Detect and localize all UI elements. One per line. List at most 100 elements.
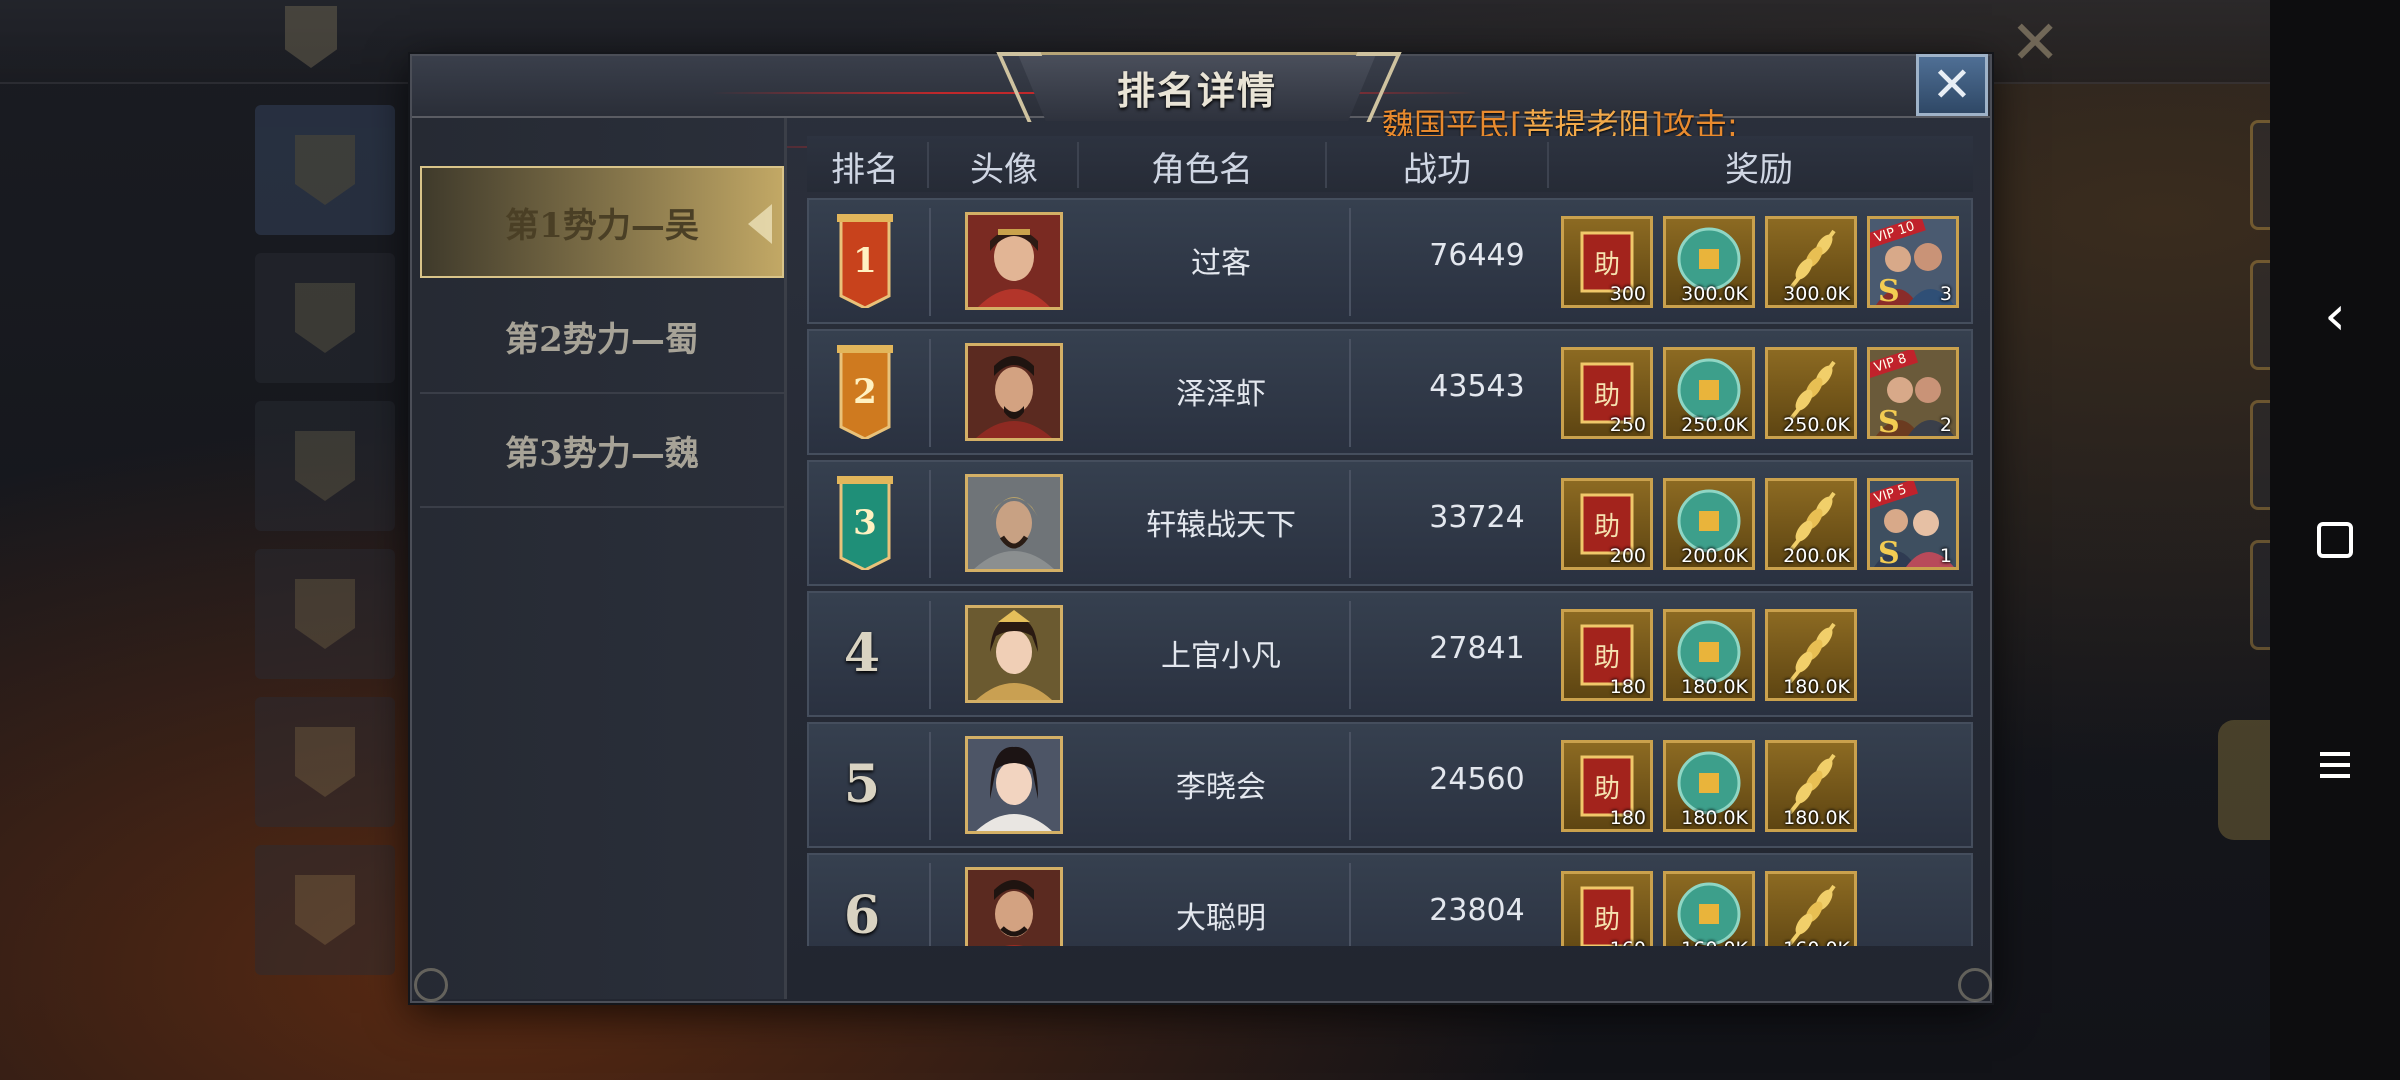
avatar[interactable] [965,736,1063,834]
merit-value: 43543 [1429,369,1525,404]
background-close-icon: ✕ [2010,8,2061,78]
reward-quantity: 160.0K [1783,938,1850,946]
avatar[interactable] [965,867,1063,946]
merit-value: 24560 [1429,762,1525,797]
corner-ornament [1958,968,1992,1002]
reward-quantity: 2 [1939,414,1952,436]
recent-apps-button[interactable] [2270,720,2400,810]
tab-faction-shu[interactable]: 第2势力—蜀 [420,280,784,394]
avatar[interactable] [965,343,1063,441]
grain-reward[interactable]: 200.0K [1765,478,1857,570]
reward-quantity: 160.0K [1681,938,1748,946]
table-row: 3 轩辕战天下 33724 助 200 200.0K 200.0K S VIP … [807,460,1973,586]
home-button[interactable] [2270,495,2400,585]
row-divider [929,339,931,447]
reward-quantity: 250 [1609,414,1646,436]
player-name: 泽泽虾 [1176,377,1266,412]
grain-icon [1788,884,1836,946]
table-row: 5 李晓会 24560 助 180 180.0K 180.0K [807,722,1973,848]
avatar[interactable] [965,212,1063,310]
armored-general-portrait-icon [968,477,1060,569]
column-header-rank: 排名 [831,150,899,190]
copper-coin-reward[interactable]: 200.0K [1663,478,1755,570]
rank-3-banner-icon: 3 [837,476,893,570]
tab-label: 第2势力—蜀 [505,319,699,360]
tab-faction-wu[interactable]: 第1势力—吴 [420,166,784,278]
avatar[interactable] [965,605,1063,703]
grain-reward[interactable]: 250.0K [1765,347,1857,439]
ranking-table: 排名 头像 角色名 战功 奖励 1 过客 76449 助 300 300.0K … [807,136,1973,1002]
female-scholar-portrait-icon [968,739,1060,831]
svg-text:S: S [1878,536,1900,567]
reward-list: 助 200 200.0K 200.0K S VIP 5 1 [1561,478,1959,570]
column-header-reward: 奖励 [1725,150,1793,190]
aid-token-icon: 助 [1580,886,1634,946]
svg-text:助: 助 [1594,905,1620,935]
reward-quantity: 160 [1610,938,1646,946]
column-header-avatar: 头像 [970,150,1038,190]
row-divider [929,732,931,840]
reward-quantity: 1 [1939,545,1952,567]
svg-text:助: 助 [1594,512,1620,542]
copper-coin-reward[interactable]: 250.0K [1663,347,1755,439]
male-general-portrait-icon [968,870,1060,946]
aid-token-reward[interactable]: 助 300 [1561,216,1653,308]
grain-reward[interactable]: 180.0K [1765,740,1857,832]
player-name: 大聪明 [1176,901,1266,936]
general-pack-reward[interactable]: S VIP 10 3 [1867,216,1959,308]
copper-coin-reward[interactable]: 160.0K [1663,871,1755,946]
copper-coin-reward[interactable]: 180.0K [1663,740,1755,832]
rank-number: 4 [843,623,881,684]
reward-quantity: 250.0K [1783,414,1850,436]
aid-token-reward[interactable]: 助 160 [1561,871,1653,946]
row-divider [1349,863,1351,946]
background-slot [255,253,395,383]
reward-list: 助 250 250.0K 250.0K S VIP 8 2 [1561,347,1959,439]
aid-token-reward[interactable]: 助 200 [1561,478,1653,570]
aid-token-reward[interactable]: 助 250 [1561,347,1653,439]
back-button[interactable]: ‹ [2270,270,2400,360]
reward-list: 助 180 180.0K 180.0K [1561,740,1857,832]
tab-faction-wei[interactable]: 第3势力—魏 [420,394,784,508]
faction-tabs: 第1势力—吴 第2势力—蜀 第3势力—魏 [412,118,787,999]
table-row: 4 上官小凡 27841 助 180 180.0K 180.0K [807,591,1973,717]
reward-quantity: 200.0K [1783,545,1850,567]
row-divider [929,601,931,709]
general-pack-reward[interactable]: S VIP 5 1 [1867,478,1959,570]
grain-reward[interactable]: 160.0K [1765,871,1857,946]
grain-reward[interactable]: 180.0K [1765,609,1857,701]
grain-reward[interactable]: 300.0K [1765,216,1857,308]
ranking-detail-dialog: 排名详情 魏国平民[菩提老阻]攻击: ✕ 第1势力—吴 第2势力—蜀 第3势力—… [410,52,1992,1003]
background-slot [255,105,395,235]
background-slot [255,845,395,975]
row-divider [1349,470,1351,578]
row-divider [1349,732,1351,840]
corner-ornament [414,968,448,1002]
aid-token-reward[interactable]: 助 180 [1561,609,1653,701]
rank-2-banner-icon: 2 [837,345,893,439]
svg-text:S: S [1878,405,1900,436]
copper-coin-reward[interactable]: 180.0K [1663,609,1755,701]
close-button[interactable]: ✕ [1916,54,1988,116]
avatar[interactable] [965,474,1063,572]
column-header-merit: 战功 [1403,150,1471,190]
svg-text:助: 助 [1594,381,1620,411]
reward-quantity: 3 [1939,283,1952,305]
background-slot [255,401,395,531]
general-pack-reward[interactable]: S VIP 8 2 [1867,347,1959,439]
menu-icon [2320,763,2350,767]
rank-number: 2 [853,372,877,412]
aid-token-reward[interactable]: 助 180 [1561,740,1653,832]
copper-coin-reward[interactable]: 300.0K [1663,216,1755,308]
row-divider [1349,339,1351,447]
female-general-portrait-icon [968,215,1060,307]
svg-text:S: S [1878,274,1900,305]
table-row: 6 大聪明 23804 助 160 [807,853,1973,946]
reward-quantity: 180.0K [1681,676,1748,698]
reward-list: 助 160 160.0K 160.0K [1561,871,1857,946]
background-sidebar [255,105,405,1065]
reward-quantity: 180.0K [1783,676,1850,698]
svg-text:助: 助 [1594,250,1620,280]
reward-quantity: 300 [1609,283,1646,305]
copper-coin-icon [1677,882,1741,946]
